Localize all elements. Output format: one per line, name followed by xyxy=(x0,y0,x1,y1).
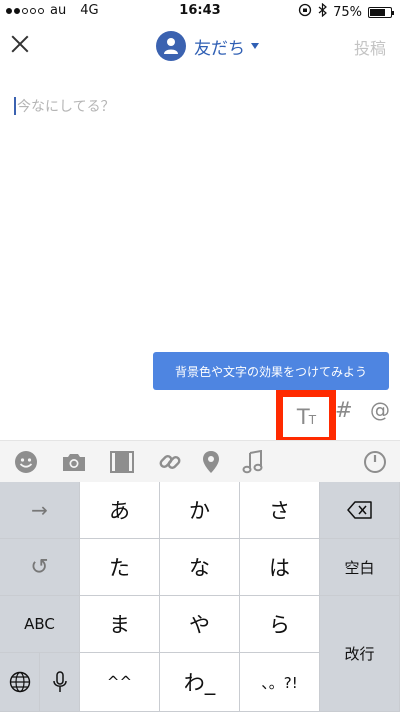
emoji-icon[interactable] xyxy=(13,449,39,475)
key-punctuation[interactable]: 、。?! xyxy=(240,653,320,712)
status-right: 75% xyxy=(298,2,394,21)
key-emoticon[interactable]: ^^ xyxy=(80,653,160,712)
delete-icon[interactable] xyxy=(320,482,400,539)
header: 友だち 投稿 xyxy=(0,22,400,70)
hashtag-button[interactable]: # xyxy=(335,398,353,422)
audience-label: 友だち xyxy=(194,38,245,59)
key-a[interactable]: あ xyxy=(80,482,160,539)
key-na[interactable]: な xyxy=(160,539,240,596)
camera-icon[interactable] xyxy=(61,449,87,475)
key-ka[interactable]: か xyxy=(160,482,240,539)
status-bar: au 4G 16:43 75% xyxy=(0,0,400,22)
text-cursor xyxy=(14,97,16,115)
key-return[interactable]: 改行 xyxy=(320,596,400,712)
post-button[interactable]: 投稿 xyxy=(354,35,386,59)
battery-icon xyxy=(368,6,394,18)
text-effect-tooltip: 背景色や文字の効果をつけてみよう xyxy=(153,352,389,395)
globe-icon[interactable] xyxy=(0,653,40,712)
avatar xyxy=(156,31,186,61)
key-undo[interactable]: ↺ xyxy=(0,539,80,596)
battery-percent: 75% xyxy=(333,4,362,20)
key-wa[interactable]: わ_ xyxy=(160,653,240,712)
microphone-icon[interactable] xyxy=(40,653,80,712)
battery-level xyxy=(370,8,385,16)
bluetooth-icon xyxy=(318,2,328,21)
key-space[interactable]: 空白 xyxy=(320,539,400,596)
key-arrow[interactable]: → xyxy=(0,482,80,539)
mention-button[interactable]: @ xyxy=(370,398,390,422)
orientation-lock-icon xyxy=(298,3,312,21)
timer-icon[interactable] xyxy=(362,449,388,475)
key-ta[interactable]: た xyxy=(80,539,160,596)
key-sa[interactable]: さ xyxy=(240,482,320,539)
location-icon[interactable] xyxy=(198,449,224,475)
key-abc[interactable]: ABC xyxy=(0,596,80,653)
key-ra[interactable]: ら xyxy=(240,596,320,653)
key-ma[interactable]: ま xyxy=(80,596,160,653)
key-ya[interactable]: や xyxy=(160,596,240,653)
chevron-down-icon xyxy=(251,43,259,49)
key-ha[interactable]: は xyxy=(240,539,320,596)
music-icon[interactable] xyxy=(240,449,266,475)
person-icon xyxy=(164,38,178,54)
close-icon[interactable] xyxy=(8,32,32,56)
compose-placeholder: 今なにしてる？ xyxy=(17,99,115,115)
video-icon[interactable] xyxy=(109,449,135,475)
tooltip-text: 背景色や文字の効果をつけてみよう xyxy=(174,364,367,379)
audience-selector[interactable]: 友だち xyxy=(156,31,259,61)
attachment-toolbar xyxy=(0,440,400,482)
link-icon[interactable] xyxy=(157,449,183,475)
text-size-icon: TT xyxy=(296,405,316,429)
compose-input[interactable]: 今なにしてる？ xyxy=(14,94,384,118)
text-style-button[interactable]: TT xyxy=(276,390,336,444)
keyboard: → ↺ ABC あ か さ た な は ま や ら ^^ わ_ 、。?! 空白 … xyxy=(0,482,400,712)
